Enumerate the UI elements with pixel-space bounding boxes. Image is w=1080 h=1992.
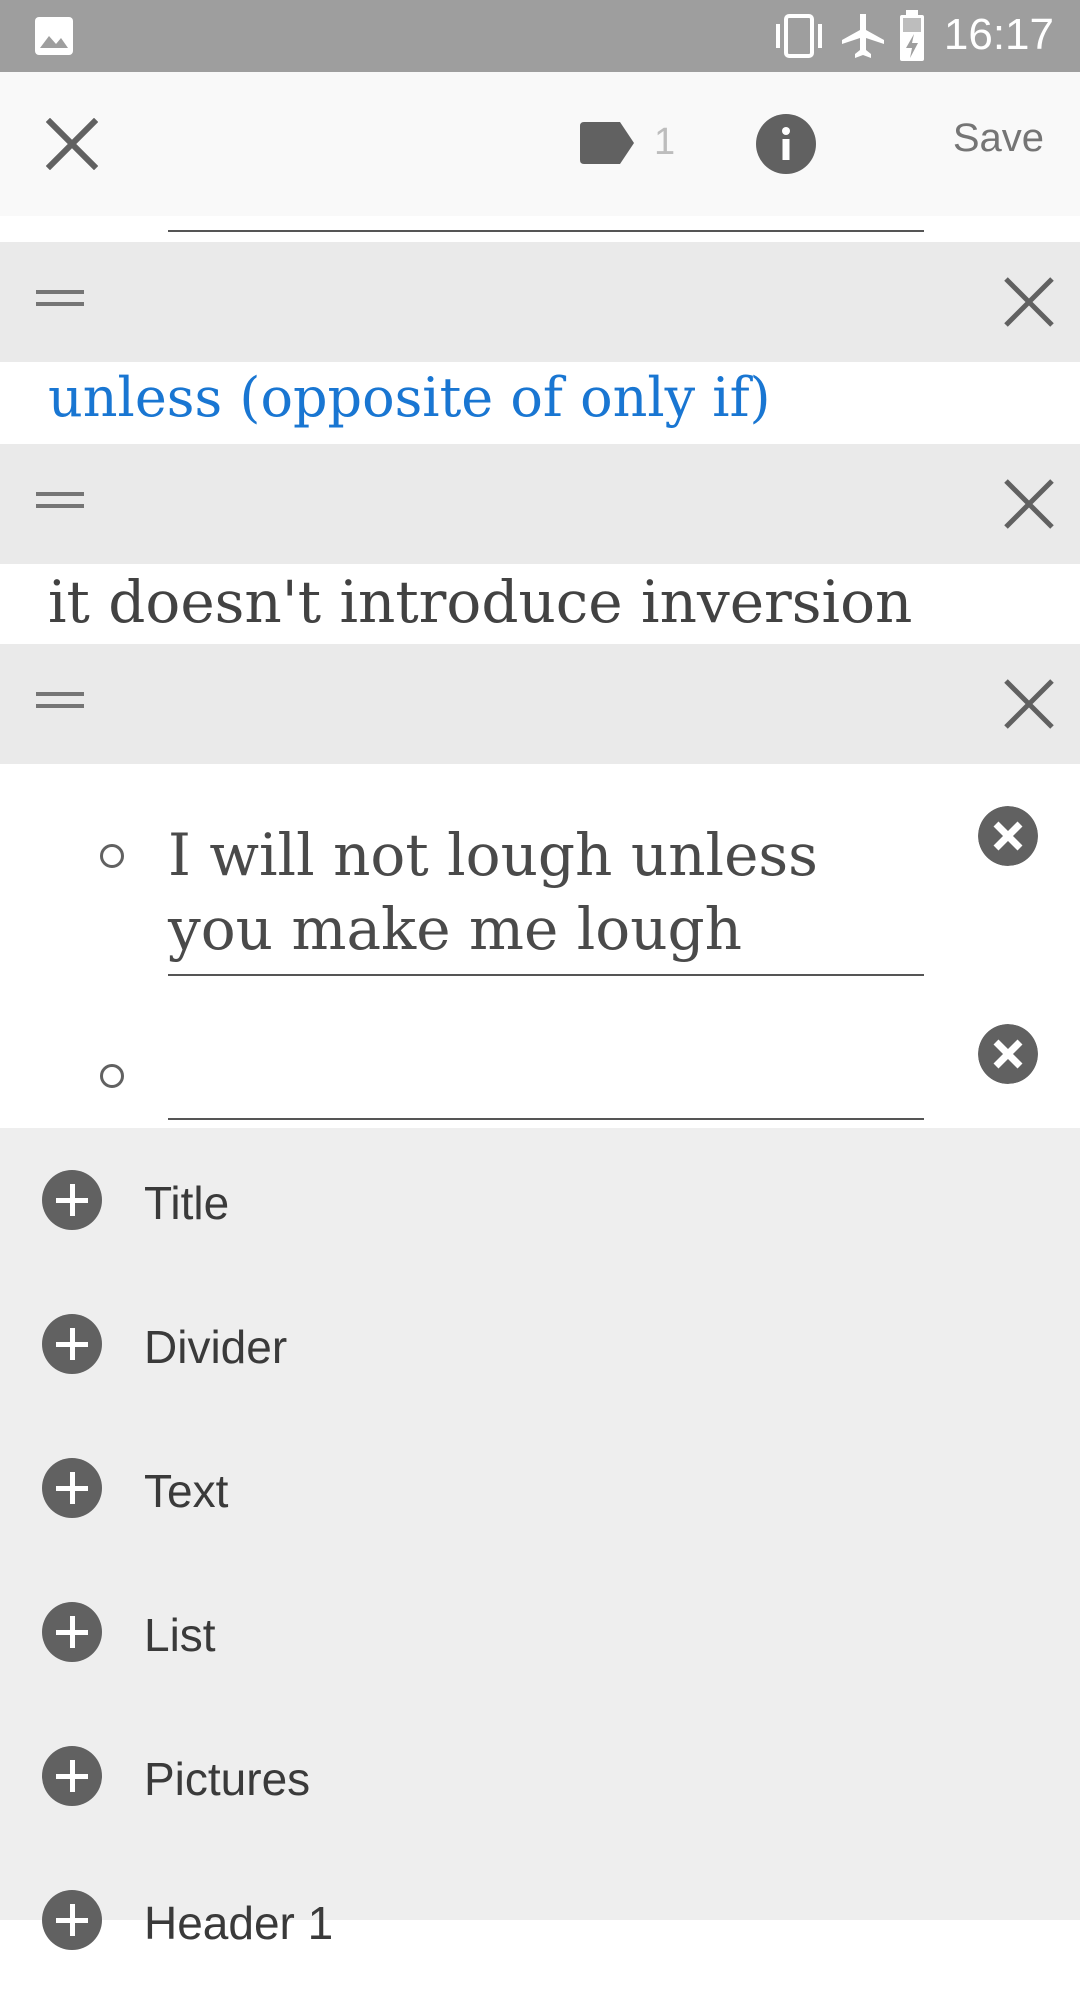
list-item-underline [168, 1118, 924, 1120]
add-circle-icon [42, 1602, 102, 1662]
add-option-label: List [144, 1609, 216, 1661]
info-icon[interactable] [756, 114, 816, 174]
add-list-option[interactable]: List [0, 1560, 1080, 1704]
previous-field-underline [168, 230, 924, 232]
close-icon[interactable] [46, 118, 98, 170]
remove-block-icon[interactable] [1000, 475, 1058, 533]
status-time: 16:17 [943, 10, 1054, 59]
add-header-1-option[interactable]: Header 1 [0, 1848, 1080, 1992]
add-circle-icon [42, 1746, 102, 1806]
add-text-option[interactable]: Text [0, 1416, 1080, 1560]
vibrate-icon [776, 14, 822, 58]
drag-handle-icon[interactable] [36, 692, 84, 716]
add-circle-icon [42, 1170, 102, 1230]
remove-block-icon[interactable] [1000, 273, 1058, 331]
airplane-icon [842, 14, 884, 58]
tag-count: 1 [654, 121, 676, 163]
list-item-input[interactable]: I will not lough unless you make me loug… [168, 818, 924, 966]
add-option-label: Title [144, 1177, 230, 1229]
drag-handle-icon[interactable] [36, 290, 84, 314]
list-block-header [0, 644, 1080, 764]
save-button[interactable]: Save [953, 116, 1044, 161]
bullet-icon [100, 1064, 124, 1088]
add-divider-option[interactable]: Divider [0, 1272, 1080, 1416]
add-option-label: Divider [144, 1321, 288, 1373]
title-block-header [0, 242, 1080, 362]
remove-item-icon[interactable] [978, 806, 1038, 866]
label-icon[interactable] [578, 120, 636, 166]
remove-item-icon[interactable] [978, 1024, 1038, 1084]
add-circle-icon [42, 1314, 102, 1374]
status-bar: 16:17 [0, 0, 1080, 72]
toolbar: 1 Save [0, 72, 1080, 216]
add-title-option[interactable]: Title [0, 1128, 1080, 1272]
remove-block-icon[interactable] [1000, 675, 1058, 733]
title-block-input[interactable]: unless (opposite of only if) [48, 366, 771, 429]
image-icon [35, 17, 73, 55]
add-circle-icon [42, 1458, 102, 1518]
list-item-underline [168, 974, 924, 976]
battery-charging-icon [900, 10, 924, 61]
bullet-icon [100, 844, 124, 868]
drag-handle-icon[interactable] [36, 492, 84, 516]
text-block-header [0, 444, 1080, 564]
add-option-label: Header 1 [144, 1897, 334, 1949]
add-circle-icon [42, 1890, 102, 1950]
add-option-label: Text [144, 1465, 229, 1517]
text-block-input[interactable]: it doesn't introduce inversion [48, 568, 912, 636]
list-item-input[interactable] [168, 1040, 924, 1110]
add-option-label: Pictures [144, 1753, 311, 1805]
add-pictures-option[interactable]: Pictures [0, 1704, 1080, 1848]
add-block-panel: Title Divider Text List Pictures Header … [0, 1128, 1080, 1950]
